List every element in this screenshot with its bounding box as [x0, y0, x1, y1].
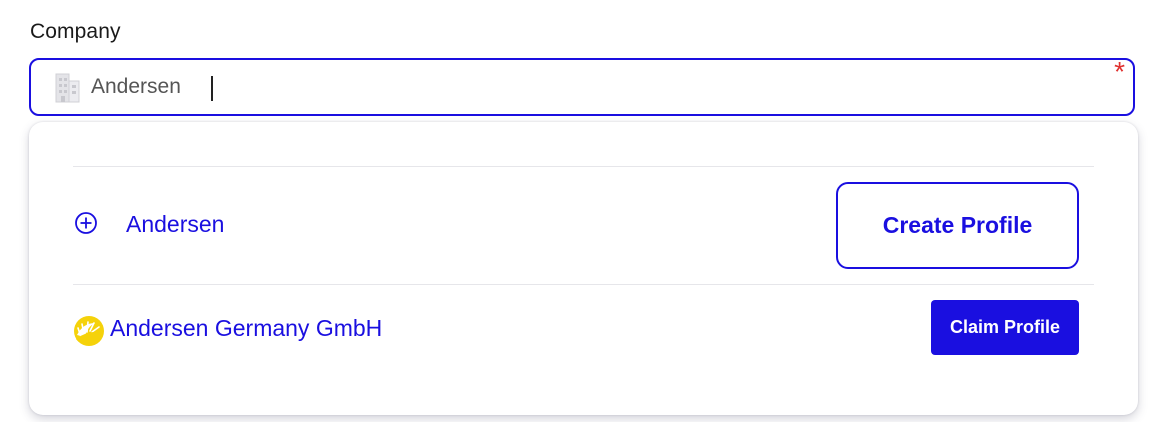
result-company-name: Andersen Germany GmbH	[110, 315, 383, 341]
create-profile-button[interactable]: Create Profile	[836, 182, 1079, 269]
required-indicator: *	[1114, 56, 1125, 87]
result-row[interactable]: Andersen Germany GmbH Claim Profile	[29, 285, 1138, 375]
create-option-name: Andersen	[126, 211, 225, 237]
text-caret	[211, 76, 213, 101]
create-option-row[interactable]: Andersen Create Profile	[29, 167, 1138, 284]
sun-logo-icon	[74, 316, 104, 346]
claim-profile-button[interactable]: Claim Profile	[931, 300, 1079, 355]
company-suggestions-dropdown: Andersen Create Profile Andersen Germany…	[29, 122, 1138, 415]
company-input[interactable]	[91, 71, 991, 103]
building-icon	[55, 73, 80, 103]
company-field-label: Company	[30, 20, 121, 43]
plus-circle-icon	[75, 212, 97, 234]
company-input-container[interactable]: *	[29, 58, 1135, 116]
